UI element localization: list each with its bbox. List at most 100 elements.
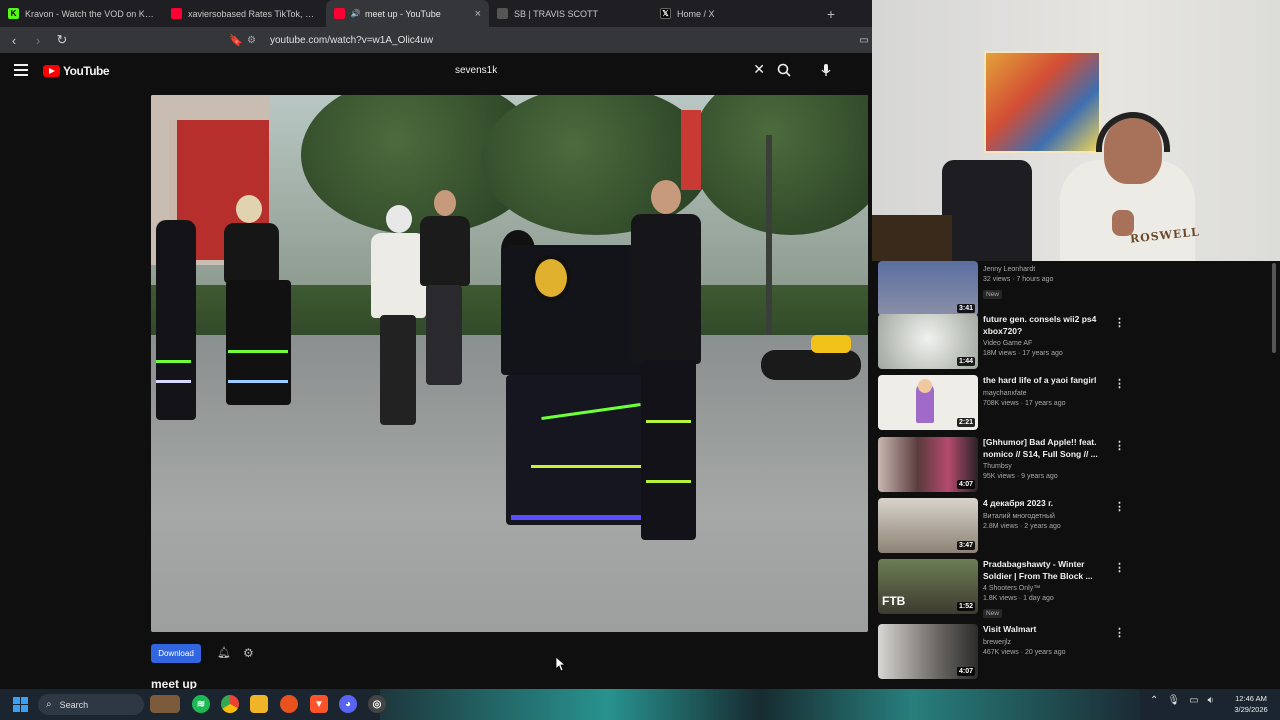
more-options-icon[interactable]: ⋮ xyxy=(1114,377,1125,390)
notification-bell-icon[interactable]: 🔔︎ xyxy=(217,646,231,660)
headphones-icon xyxy=(1096,112,1170,152)
close-tab-icon[interactable]: × xyxy=(475,8,481,20)
taskbar-search[interactable]: ⌕ Search xyxy=(38,694,144,715)
video-thumbnail[interactable]: 2:21 xyxy=(878,375,978,430)
chrome-icon[interactable] xyxy=(221,695,239,713)
video-title[interactable]: [Ghhumor] Bad Apple!! feat. nomico // S1… xyxy=(983,437,1098,460)
windows-start-icon[interactable] xyxy=(13,697,28,712)
network-icon[interactable]: ▭ xyxy=(1189,695,1198,706)
more-options-icon[interactable]: ⋮ xyxy=(1114,500,1125,513)
recommendations-scrollbar[interactable] xyxy=(1270,261,1278,689)
video-thumbnail[interactable]: 4:07 xyxy=(878,624,978,679)
x-icon: 𝕏 xyxy=(660,8,671,19)
volume-icon[interactable]: 🔉︎ xyxy=(1208,695,1214,706)
reload-icon[interactable]: ↻ xyxy=(52,30,72,50)
bystander xyxy=(416,190,476,410)
dancer xyxy=(151,210,201,430)
channel-name[interactable]: Виталий многодетный xyxy=(983,513,1098,520)
search-value: sevens1k xyxy=(455,64,498,76)
video-title[interactable]: 4 декабря 2023 г. xyxy=(983,498,1098,510)
chevron-up-icon[interactable]: ⌃ xyxy=(1150,695,1158,706)
channel-name[interactable]: 4 Shooters Only™ xyxy=(983,585,1098,592)
new-badge: New xyxy=(983,609,1003,618)
download-button[interactable]: Download xyxy=(151,644,201,663)
duration-badge: 4:07 xyxy=(956,480,975,489)
spotify-icon[interactable]: ≋ xyxy=(192,695,210,713)
settings-gear-icon[interactable]: ⚙ xyxy=(243,646,257,660)
youtube-header: YouTube sevens1k ✕ xyxy=(0,53,872,89)
speaker-icon: 🔊 xyxy=(350,9,361,18)
cast-icon[interactable]: ▭ xyxy=(854,30,874,50)
mouse-cursor-icon xyxy=(556,657,566,672)
more-options-icon[interactable]: ⋮ xyxy=(1114,626,1125,639)
video-title[interactable]: Visit Walmart xyxy=(983,624,1098,636)
video-thumbnail[interactable]: 3:47 xyxy=(878,498,978,553)
channel-name[interactable]: brewerjlz xyxy=(983,639,1098,646)
app-icon[interactable] xyxy=(280,695,298,713)
channel-name[interactable]: Jenny Leonhardt xyxy=(983,266,1098,273)
gaming-chair xyxy=(942,160,1032,261)
video-thumbnail[interactable]: 4:07 xyxy=(878,437,978,492)
video-thumbnail[interactable]: FTB 1:52 xyxy=(878,559,978,614)
recommendation-item[interactable]: 4:07 Visit Walmart brewerjlz 467K views … xyxy=(878,624,1268,682)
address-bar[interactable]: ⚙ youtube.com/watch?v=w1A_Olic4uw xyxy=(247,30,837,50)
search-button[interactable] xyxy=(771,59,797,81)
browser-tab[interactable]: K Kravon - Watch the VOD on Kick xyxy=(0,0,163,27)
recommendation-item[interactable]: 1:44 future gen. consels wii2 ps4 xbox72… xyxy=(878,314,1268,372)
duration-badge: 3:41 xyxy=(956,304,975,313)
new-tab-button[interactable]: + xyxy=(819,0,843,27)
video-title[interactable]: future gen. consels wii2 ps4 xbox720? xyxy=(983,314,1098,337)
channel-name[interactable]: Video Game AF xyxy=(983,340,1098,347)
recommendation-item[interactable]: 3:41 Jenny Leonhardt 32 views · 7 hours … xyxy=(878,261,1268,319)
duration-badge: 1:44 xyxy=(956,357,975,366)
recommendation-item[interactable]: 3:47 4 декабря 2023 г. Виталий многодетн… xyxy=(878,498,1268,556)
video-title[interactable]: Pradabagshawty - Winter Soldier | From T… xyxy=(983,559,1098,582)
obs-icon[interactable]: ◎ xyxy=(368,695,386,713)
video-thumbnail[interactable]: 3:41 xyxy=(878,261,978,316)
video-stats: 2.8M views · 2 years ago xyxy=(983,522,1061,530)
channel-name[interactable]: Thumbsy xyxy=(983,463,1098,470)
browser-tab[interactable]: SB | TRAVIS SCOTT xyxy=(489,0,652,27)
more-options-icon[interactable]: ⋮ xyxy=(1114,316,1125,329)
video-thumbnail[interactable]: 1:44 xyxy=(878,314,978,369)
clear-search-icon[interactable]: ✕ xyxy=(753,61,765,78)
anime-poster xyxy=(984,51,1101,153)
recommendation-item[interactable]: FTB 1:52 Pradabagshawty - Winter Soldier… xyxy=(878,559,1268,618)
taskbar-search-label: Search xyxy=(59,699,89,710)
channel-name[interactable]: maychanxfate xyxy=(983,390,1098,397)
dancer xyxy=(621,180,711,550)
microphone-icon[interactable]: 🎙︎ xyxy=(1167,695,1180,706)
bookmark-icon[interactable]: 🔖 xyxy=(226,30,246,50)
brave-icon[interactable]: ▼ xyxy=(310,695,328,713)
site-info-icon[interactable]: ⚙ xyxy=(247,35,263,46)
recommendation-item[interactable]: 2:21 the hard life of a yaoi fangirl may… xyxy=(878,375,1268,433)
discord-icon[interactable]: ◕ xyxy=(339,695,357,713)
video-stats: 18M views · 17 years ago xyxy=(983,350,1063,357)
browser-tab[interactable]: 𝕏 Home / X xyxy=(652,0,815,27)
youtube-icon xyxy=(171,8,182,19)
voice-search-button[interactable] xyxy=(815,59,837,81)
forward-icon[interactable]: › xyxy=(28,30,48,50)
video-title: meet up xyxy=(151,677,198,689)
menu-icon[interactable] xyxy=(14,64,28,76)
file-explorer-icon[interactable] xyxy=(250,695,268,713)
tab-title: meet up - YouTube xyxy=(365,8,441,19)
more-options-icon[interactable]: ⋮ xyxy=(1114,561,1125,574)
tab-title: Home / X xyxy=(677,8,715,19)
back-icon[interactable]: ‹ xyxy=(4,30,24,50)
browser-toolbar: ‹ › ↻ 🔖 ⚙ youtube.com/watch?v=w1A_Olic4u… xyxy=(0,27,872,53)
tab-title: Kravon - Watch the VOD on Kick xyxy=(25,8,155,19)
more-options-icon[interactable]: ⋮ xyxy=(1114,439,1125,452)
video-player[interactable] xyxy=(151,95,868,632)
video-title[interactable]: the hard life of a yaoi fangirl xyxy=(983,375,1098,387)
recommendation-item[interactable]: 4:07 [Ghhumor] Bad Apple!! feat. nomico … xyxy=(878,437,1268,495)
duration-badge: 1:52 xyxy=(956,602,975,611)
browser-tab[interactable]: xaviersobased Rates TikTok, Bushwick xyxy=(163,0,326,27)
system-clock[interactable]: 12:46 AM 3/29/2026 xyxy=(1228,693,1274,715)
news-widget-icon[interactable] xyxy=(150,695,180,713)
youtube-logo[interactable]: YouTube xyxy=(43,64,110,78)
search-input[interactable]: sevens1k ✕ xyxy=(445,58,769,82)
system-tray[interactable]: ⌃ 🎙︎ ▭ 🔉︎ xyxy=(1150,695,1214,706)
video-stats: 1.8K views · 1 day ago xyxy=(983,595,1054,602)
browser-tab-active[interactable]: 🔊 meet up - YouTube × xyxy=(326,0,489,27)
